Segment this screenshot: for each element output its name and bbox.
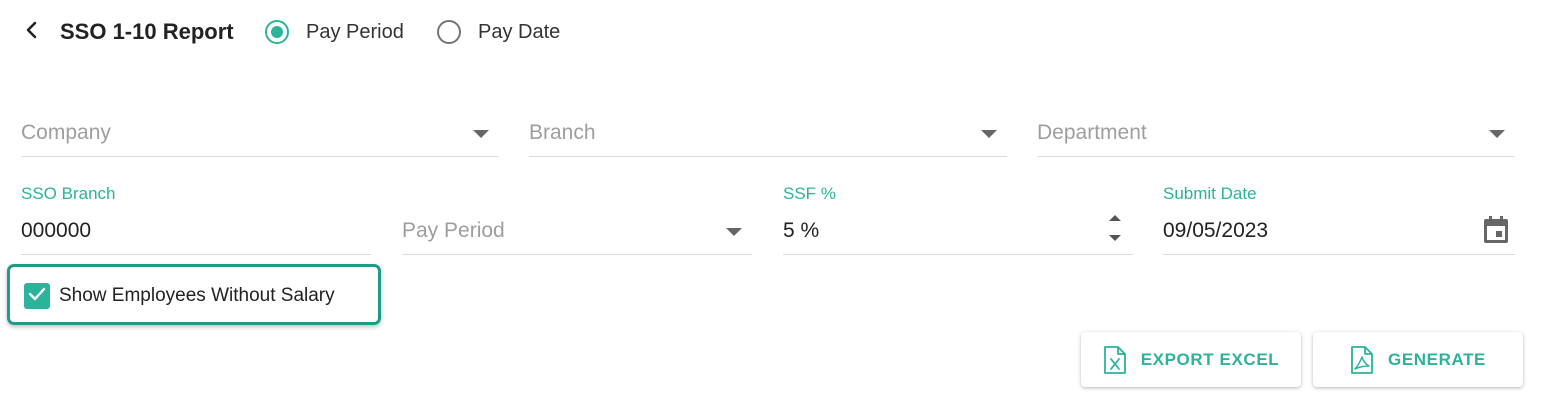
check-icon <box>28 287 46 306</box>
chevron-left-icon <box>24 20 40 45</box>
generate-button[interactable]: GENERATE <box>1313 332 1523 387</box>
export-excel-button[interactable]: EXPORT EXCEL <box>1081 332 1301 387</box>
radio-pay-date-label: Pay Date <box>478 21 561 43</box>
page-title: SSO 1-10 Report <box>60 19 234 44</box>
pdf-file-icon <box>1350 345 1374 374</box>
branch-select[interactable]: Branch <box>529 115 1007 157</box>
show-without-salary-checkbox[interactable]: Show Employees Without Salary <box>24 283 335 309</box>
radio-checked-icon <box>265 20 289 44</box>
radio-pay-period[interactable]: Pay Period <box>265 18 404 46</box>
excel-file-icon <box>1103 345 1127 374</box>
generate-label: GENERATE <box>1388 349 1486 369</box>
submit-date-field[interactable]: Submit Date 09/05/2023 <box>1163 184 1515 255</box>
branch-placeholder: Branch <box>529 121 596 144</box>
export-excel-label: EXPORT EXCEL <box>1140 349 1280 369</box>
show-without-salary-label: Show Employees Without Salary <box>59 285 335 306</box>
dropdown-arrow-icon <box>726 228 742 236</box>
pay-period-placeholder: Pay Period <box>402 219 505 242</box>
radio-pay-period-label: Pay Period <box>306 21 404 43</box>
sso-report-page: SSO 1-10 Report Pay Period Pay Date Comp… <box>0 0 1541 407</box>
submit-date-label: Submit Date <box>1163 184 1257 203</box>
submit-date-value: 09/05/2023 <box>1163 219 1269 242</box>
calendar-icon[interactable] <box>1482 215 1510 250</box>
radio-unchecked-icon <box>437 20 461 44</box>
radio-pay-date[interactable]: Pay Date <box>437 18 560 46</box>
department-placeholder: Department <box>1037 121 1147 144</box>
back-button[interactable] <box>18 18 46 46</box>
ssf-percent-field[interactable]: SSF % 5 % <box>783 184 1133 255</box>
ssf-percent-value: 5 % <box>783 219 820 242</box>
checkbox-checked-icon <box>24 283 50 309</box>
dropdown-arrow-icon <box>1489 130 1505 138</box>
spinner-icon[interactable] <box>1107 213 1123 248</box>
company-placeholder: Company <box>21 121 111 144</box>
company-select[interactable]: Company <box>21 115 499 157</box>
dropdown-arrow-icon <box>981 130 997 138</box>
dropdown-arrow-icon <box>473 130 489 138</box>
sso-branch-value: 000000 <box>21 219 92 242</box>
sso-branch-label: SSO Branch <box>21 184 116 203</box>
ssf-percent-label: SSF % <box>783 184 836 203</box>
pay-period-select[interactable]: Pay Period <box>402 184 752 255</box>
department-select[interactable]: Department <box>1037 115 1515 157</box>
sso-branch-field[interactable]: SSO Branch 000000 <box>21 184 371 255</box>
